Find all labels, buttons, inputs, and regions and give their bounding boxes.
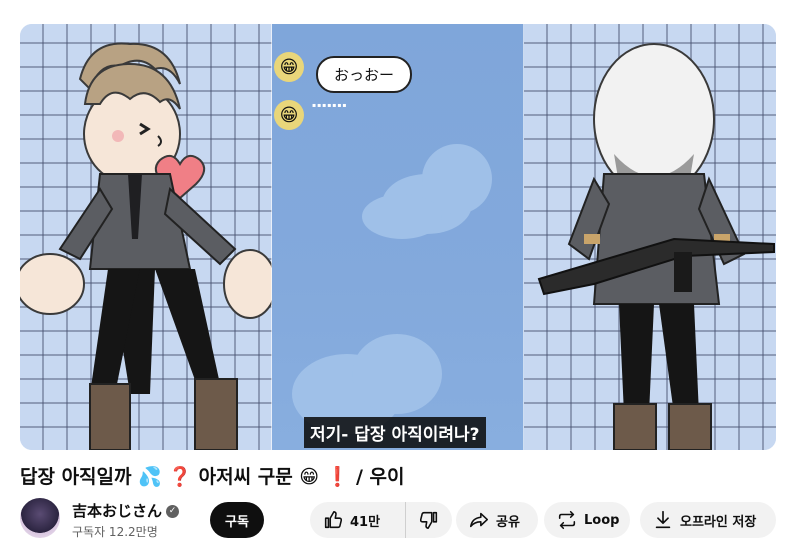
cloud bbox=[362, 194, 442, 239]
grin-emoji-avatar: 😁 bbox=[274, 52, 304, 82]
share-arrow-icon bbox=[469, 512, 489, 528]
video-panel-left bbox=[20, 24, 277, 450]
share-button[interactable]: 공유 bbox=[456, 502, 538, 538]
loop-icon bbox=[558, 510, 576, 530]
thumbs-down-icon bbox=[419, 511, 438, 530]
like-button[interactable]: 41만 bbox=[310, 502, 406, 538]
video-panel-center: 😁 おっおー 😁 ▪▪▪▪▪▪▪ bbox=[272, 24, 524, 450]
character-right-illustration bbox=[537, 43, 775, 450]
verified-check-icon: ✓ bbox=[166, 505, 180, 518]
channel-action-row: 吉本おじさん ✓ 구독자 12.2만명 구독 41만 공유 Loop 오프라인 … bbox=[20, 496, 776, 544]
subscriber-count: 구독자 12.2만명 bbox=[72, 525, 158, 539]
video-title: 답장 아직일까 💦 ❓ 아저씨 구문 😁 ❗ / 우이 bbox=[20, 466, 405, 488]
grin-emoji-avatar: 😁 bbox=[274, 100, 304, 130]
save-label: 오프라인 저장 bbox=[680, 514, 757, 530]
typing-indicator: ▪▪▪▪▪▪▪ bbox=[312, 102, 348, 109]
save-offline-button[interactable]: 오프라인 저장 bbox=[640, 502, 776, 538]
thumbs-up-icon bbox=[324, 510, 343, 529]
video-player[interactable]: 😁 おっおー 😁 ▪▪▪▪▪▪▪ 저기- 답장 아직이려나? bbox=[20, 24, 776, 450]
download-icon bbox=[655, 510, 671, 529]
share-label: 공유 bbox=[496, 514, 520, 530]
video-panel-right bbox=[524, 24, 776, 450]
cloud bbox=[352, 334, 442, 414]
subscribe-button[interactable]: 구독 bbox=[210, 502, 264, 538]
loop-button[interactable]: Loop bbox=[544, 502, 630, 538]
video-caption: 저기- 답장 아직이려나? bbox=[304, 417, 486, 448]
channel-name[interactable]: 吉本おじさん ✓ bbox=[72, 500, 180, 521]
channel-avatar[interactable] bbox=[20, 498, 60, 538]
channel-name-text[interactable]: 吉本おじさん bbox=[72, 502, 162, 520]
like-count: 41만 bbox=[350, 514, 381, 530]
dislike-button[interactable] bbox=[406, 502, 452, 538]
character-left-illustration bbox=[20, 42, 277, 450]
loop-label: Loop bbox=[584, 512, 620, 528]
like-dislike-group: 41만 bbox=[310, 502, 452, 538]
chat-bubble: おっおー bbox=[316, 56, 413, 93]
